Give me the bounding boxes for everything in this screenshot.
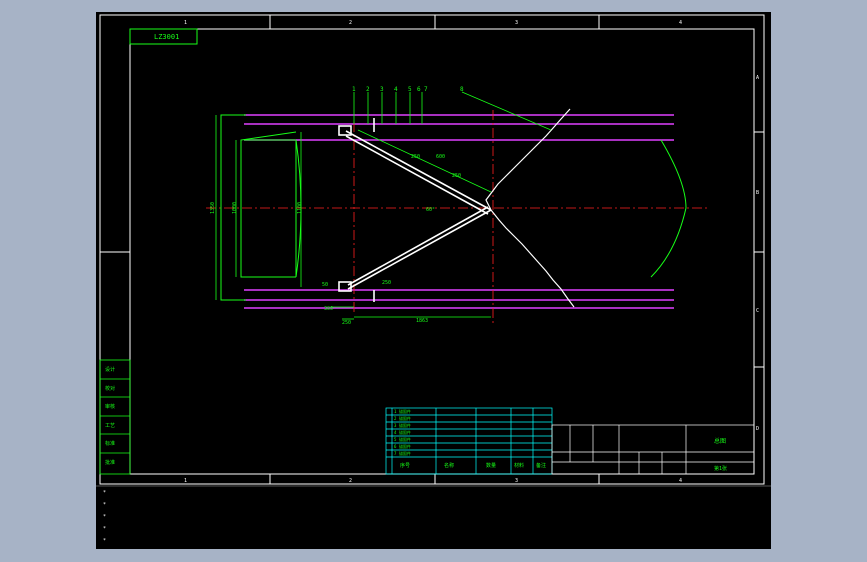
dim-bottom-a: 250	[342, 320, 351, 326]
zone-top-1: 1	[184, 20, 187, 26]
bom-header-qty: 数量	[486, 462, 496, 469]
bom-row-4: 4 锚固件	[394, 429, 411, 435]
bom-row-3: 3 锚固件	[394, 422, 411, 428]
callout-3: 3	[380, 86, 384, 93]
zone-right-d: D	[756, 426, 759, 432]
bom-rows: 1 锚固件 2 锚固件 3 锚固件 4 锚固件 5 锚固件 6 锚固件 7 锚固…	[394, 408, 411, 456]
dim-upper-b: 600	[436, 154, 445, 160]
dim-left-b: 300	[324, 306, 333, 312]
bom-row-1: 1 锚固件	[394, 408, 411, 414]
callout-6: 6	[417, 86, 421, 93]
callout-1: 1	[352, 86, 356, 93]
side-label-2: 校对	[105, 385, 115, 392]
dim-left-a: 50	[322, 282, 328, 288]
zone-bottom-2: 2	[349, 478, 352, 484]
road-edges	[244, 114, 674, 309]
bom-row-6: 6 锚固件	[394, 443, 411, 449]
inner-frame	[129, 28, 755, 475]
zone-right-b: B	[756, 190, 759, 196]
zone-top-4: 4	[679, 20, 682, 26]
zone-right-a: A	[756, 75, 759, 81]
zone-right-c: C	[756, 308, 759, 314]
bom-row-2: 2 锚固件	[394, 415, 411, 421]
callout-8: 8	[460, 86, 464, 93]
title-sheet: 第1张	[714, 465, 727, 472]
side-strip	[99, 359, 131, 475]
dim-upper-c: 250	[452, 173, 461, 179]
drawing-number: LZ3001	[154, 33, 179, 41]
command-line-3: *	[103, 514, 106, 520]
callout-2: 2	[366, 86, 370, 93]
bom-header-name: 名称	[444, 462, 454, 469]
outer-frame	[99, 14, 765, 485]
command-line-5: *	[103, 538, 106, 544]
bom-header: 序号 名称 数量 材料 备注	[400, 462, 546, 469]
cad-viewport[interactable]: 1 2 3 4 1 2 3 4 A B C D LZ3001 1 2 3 4 5…	[96, 12, 771, 549]
callouts: 1 2 3 4 5 6 7 8	[352, 86, 464, 93]
command-line-1: *	[103, 490, 106, 496]
zone-bottom-1: 1	[184, 478, 187, 484]
centerlines	[206, 110, 708, 324]
command-lines: * * * * *	[103, 490, 106, 544]
zone-labels: 1 2 3 4 1 2 3 4 A B C D	[184, 20, 759, 484]
zone-top-2: 2	[349, 20, 352, 26]
side-label-4: 工艺	[105, 423, 115, 429]
bom-row-7: 7 锚固件	[394, 450, 411, 456]
zone-bottom-4: 4	[679, 478, 682, 484]
zone-top-3: 3	[515, 20, 518, 26]
dim-upper-a: 250	[411, 154, 420, 160]
side-label-5: 标准	[105, 440, 115, 447]
bom-header-note: 备注	[536, 462, 546, 469]
zone-bottom-3: 3	[515, 478, 518, 484]
command-line-2: *	[103, 502, 106, 508]
structure-outline	[220, 114, 687, 301]
dim-lower-a: 250	[382, 280, 391, 286]
side-label-3: 审核	[105, 403, 115, 410]
callout-5: 5	[408, 86, 412, 93]
dim-angle: 60°	[426, 207, 435, 213]
anchor-rods	[338, 118, 492, 302]
dim-bottom-b: 1863	[416, 318, 428, 324]
bom-table	[385, 407, 553, 475]
bom-header-material: 材料	[514, 462, 524, 469]
command-line-4: *	[103, 526, 106, 532]
zone-ticks	[100, 15, 764, 484]
dim-inner-height: 1000	[232, 202, 238, 214]
callout-7: 7	[424, 86, 428, 93]
bom-header-seq: 序号	[400, 462, 410, 469]
side-label-6: 批准	[105, 459, 115, 466]
dim-overall-height: 1350	[210, 202, 216, 214]
bom-row-5: 5 锚固件	[394, 436, 411, 442]
side-label-1: 设计	[105, 366, 115, 373]
cad-drawing: 1 2 3 4 1 2 3 4 A B C D LZ3001 1 2 3 4 5…	[96, 14, 771, 544]
dim-mid-height: 1100	[297, 202, 303, 214]
callout-4: 4	[394, 86, 398, 93]
title-name: 总图	[714, 437, 726, 445]
